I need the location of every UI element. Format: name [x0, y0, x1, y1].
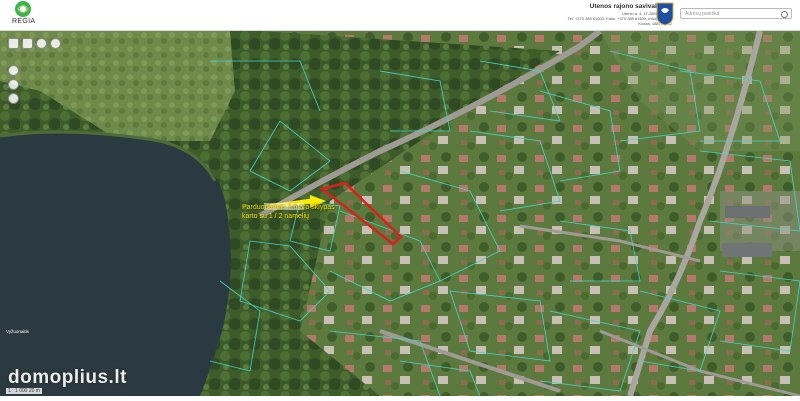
regia-logo-icon [15, 1, 31, 17]
search-icon [781, 11, 788, 18]
aerial-imagery [0, 31, 800, 396]
apartment-roof [725, 206, 770, 218]
lake-label: Vyžuonaitis [6, 329, 29, 334]
draw-icon[interactable] [8, 93, 19, 104]
locate-icon[interactable] [50, 38, 61, 49]
brand-label: REGIA [12, 18, 36, 25]
bottom-bar [0, 396, 800, 401]
sale-callout: Parduodamas 7,6 aro sklypas karto su 1 /… [242, 203, 335, 221]
coat-of-arms-icon [656, 2, 674, 26]
regia-logo[interactable]: REGIA [8, 0, 38, 30]
watermark: domoplius.lt [8, 367, 127, 388]
apartment-block [720, 191, 800, 251]
measure-icon[interactable] [8, 65, 19, 76]
apartment-roof-2 [722, 243, 772, 257]
layers-icon[interactable] [8, 38, 19, 49]
print-icon[interactable] [22, 38, 33, 49]
callout-line-1: Parduodamas 7,6 aro sklypas [242, 204, 335, 211]
search-placeholder: Adresų paieška [685, 11, 720, 17]
zoom-icon[interactable] [36, 38, 47, 49]
callout-line-2: karto su 1 / 2 namelių [242, 213, 309, 220]
top-bar: REGIA Utenos rajono savivaldybė Utenio a… [0, 0, 800, 31]
map-canvas[interactable]: Parduodamas 7,6 aro sklypas karto su 1 /… [0, 31, 800, 396]
scale-bar: 1 : 1 000 20 m [6, 388, 42, 394]
lake [0, 132, 231, 396]
address-search-input[interactable]: Adresų paieška [680, 8, 792, 19]
info-icon[interactable] [8, 79, 19, 90]
